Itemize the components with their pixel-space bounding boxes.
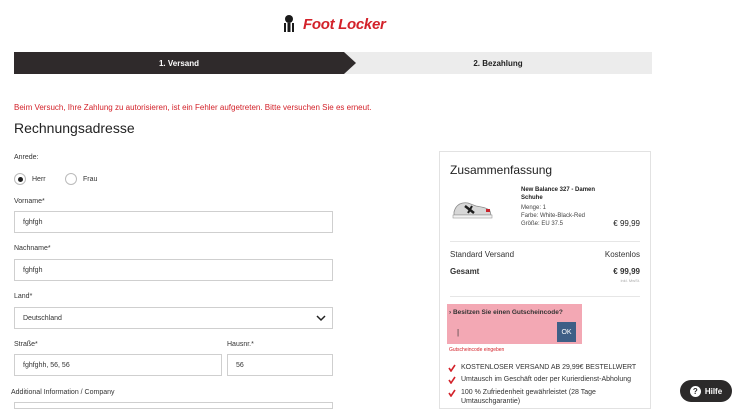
coupon-input[interactable]: | <box>451 322 555 342</box>
check-icon <box>448 364 456 372</box>
radio-frau[interactable] <box>65 173 77 185</box>
salutation-label: Anrede: <box>14 154 39 161</box>
radio-herr-label: Herr <box>32 176 46 183</box>
coupon-link[interactable]: Gutscheincode eingeben <box>449 347 504 353</box>
benefit-item: 100 % Zufriedenheit gewährleistet (28 Ta… <box>448 388 641 406</box>
country-value: Deutschland <box>23 314 62 322</box>
last-name-value: fghfgh <box>23 266 43 274</box>
last-name-field[interactable]: fghfgh <box>14 259 333 281</box>
page-title: Rechnungsadresse <box>14 120 135 136</box>
step-payment-label: 2. Bezahlung <box>473 58 523 68</box>
coupon-ok-button[interactable]: OK <box>557 322 576 342</box>
brand-logo[interactable]: Foot Locker <box>279 13 386 35</box>
question-icon: ? <box>689 385 701 397</box>
radio-frau-label: Frau <box>83 176 98 183</box>
tax-note: inkl. MwSt. <box>620 278 640 283</box>
step-shipping-label: 1. Versand <box>158 58 200 68</box>
product-color: Farbe: White-Black-Red <box>521 213 586 219</box>
total-value: € 99,99 <box>613 267 640 276</box>
step-arrow <box>344 52 356 74</box>
benefit-text: KOSTENLOSER VERSAND AB 29,99€ BESTELLWER… <box>461 364 637 371</box>
step-shipping[interactable]: 1. Versand <box>14 52 344 74</box>
summary-divider <box>450 241 640 242</box>
product-name: New Balance 327 - Damen Schuhe <box>521 187 596 201</box>
shipping-label: Standard Versand <box>450 250 515 259</box>
house-number-label: Hausnr.* <box>227 341 254 348</box>
first-name-label: Vorname* <box>14 198 45 205</box>
house-number-value: 56 <box>236 361 244 369</box>
error-message: Beim Versuch, Ihre Zahlung zu autorisier… <box>14 103 372 112</box>
referee-logo-icon <box>284 15 294 32</box>
street-value: fghfghh, 56, 56 <box>23 361 70 369</box>
benefit-item: KOSTENLOSER VERSAND AB 29,99€ BESTELLWER… <box>448 363 641 372</box>
help-button[interactable]: ? Hilfe <box>680 380 732 402</box>
total-label: Gesamt <box>450 267 480 276</box>
chevron-right-icon: › <box>449 309 452 316</box>
radio-herr[interactable] <box>14 173 26 185</box>
street-field[interactable]: fghfghh, 56, 56 <box>14 354 222 376</box>
benefit-text: Umtausch im Geschäft oder per Kurierdien… <box>461 376 632 383</box>
help-label: Hilfe <box>704 386 723 396</box>
benefit-item: Umtausch im Geschäft oder per Kurierdien… <box>448 375 641 384</box>
check-icon <box>448 376 456 384</box>
product-price: € 99,99 <box>613 219 640 228</box>
shipping-value: Kostenlos <box>604 250 640 259</box>
first-name-field[interactable]: fghfgh <box>14 211 333 233</box>
product-size: Größe: EU 37.5 <box>521 221 564 227</box>
coupon-question: Besitzen Sie einen Gutscheincode? <box>452 309 563 316</box>
summary-title: Zusammenfassung <box>450 163 553 177</box>
step-payment[interactable]: 2. Bezahlung <box>344 52 652 74</box>
sneaker-icon <box>452 202 493 219</box>
first-name-value: fghfgh <box>23 218 43 226</box>
last-name-label: Nachname* <box>14 245 51 252</box>
benefit-text: 100 % Zufriedenheit gewährleistet (28 Ta… <box>461 389 596 405</box>
additional-info-field[interactable] <box>14 402 333 409</box>
coupon-input-value: | <box>457 327 460 337</box>
summary-divider-2 <box>450 296 640 297</box>
street-label: Straße* <box>14 341 38 348</box>
country-label: Land* <box>14 293 33 300</box>
country-select[interactable]: Deutschland <box>14 307 333 329</box>
brand-name: Foot Locker <box>303 15 386 33</box>
coupon-toggle[interactable]: › Besitzen Sie einen Gutscheincode? <box>449 309 563 316</box>
additional-info-label: Additional Information / Company <box>11 389 115 396</box>
check-icon <box>448 389 456 397</box>
product-quantity: Menge: 1 <box>521 205 547 211</box>
checkout-steps: 2. Bezahlung 1. Versand <box>14 52 652 74</box>
chevron-down-icon <box>316 315 326 322</box>
house-number-field[interactable]: 56 <box>227 354 333 376</box>
